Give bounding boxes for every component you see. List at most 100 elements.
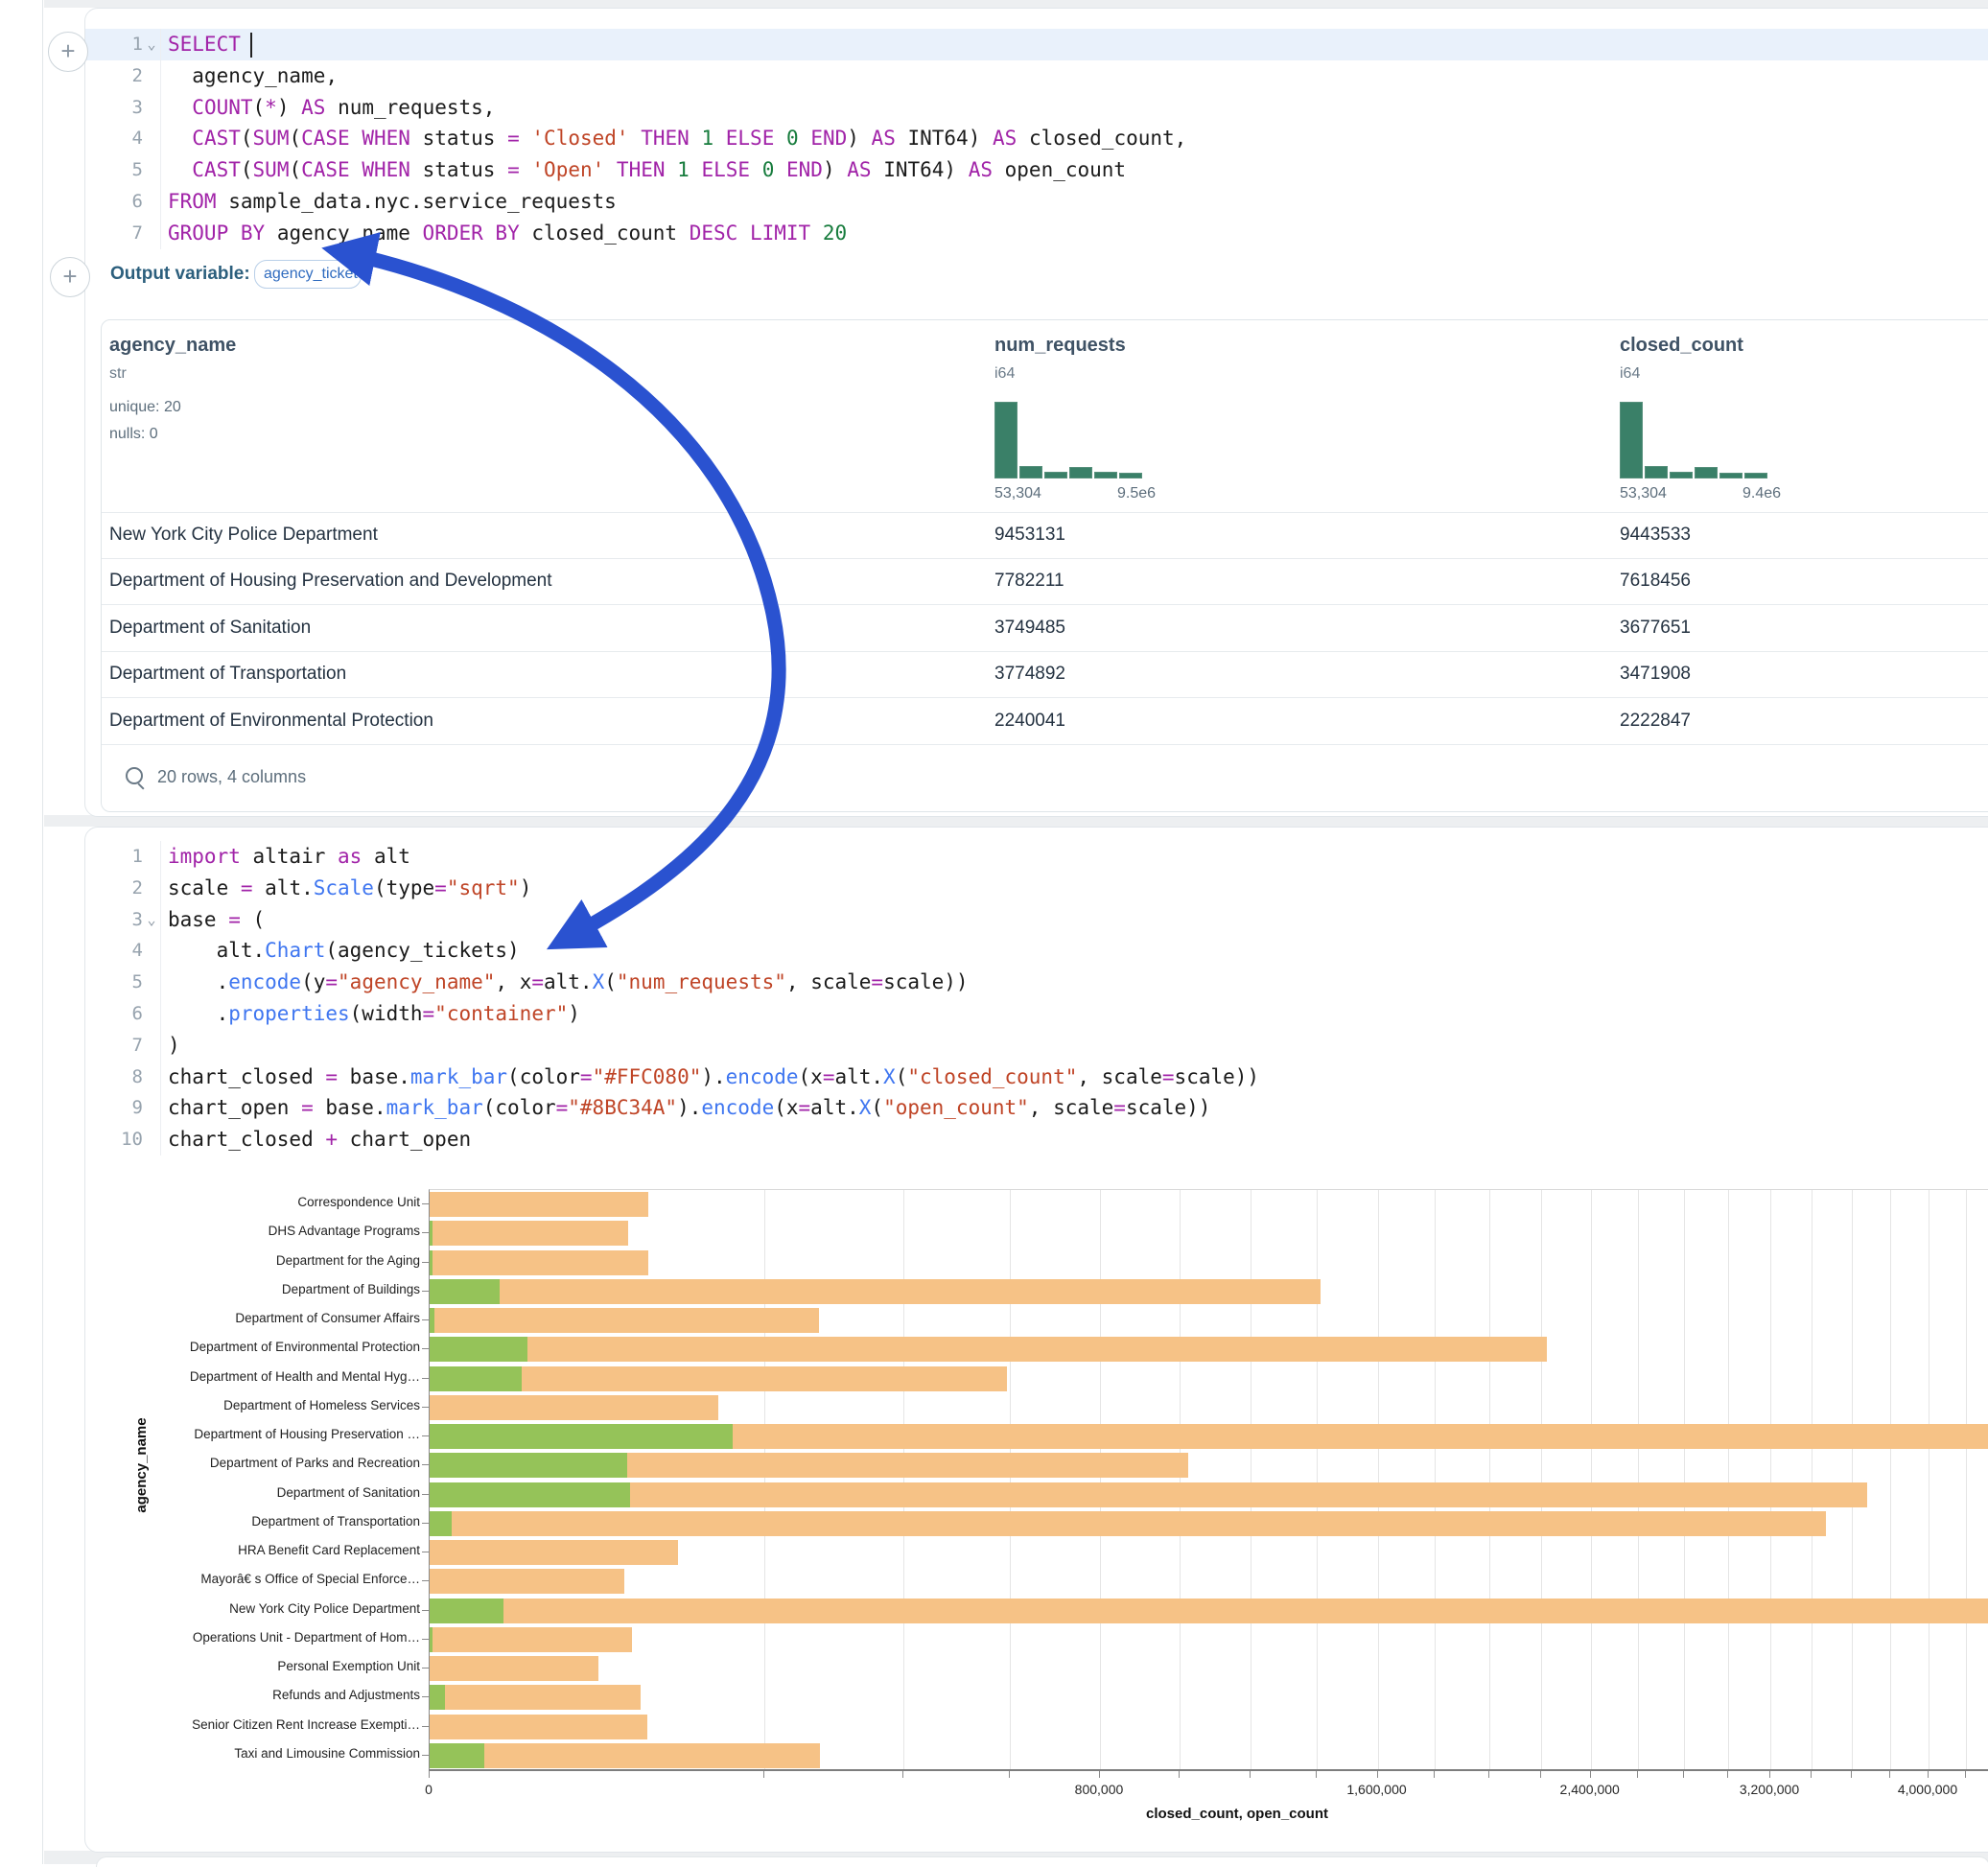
gridline — [1770, 1190, 1771, 1770]
line-number-gutter: 5 — [85, 154, 161, 186]
fold-chevron-icon[interactable]: ⌄ — [143, 29, 160, 60]
gridline — [1317, 1190, 1318, 1770]
y-axis-label: Correspondence Unit — [0, 1195, 420, 1209]
table-cell: Department of Environmental Protection — [109, 698, 433, 744]
code-text: chart_closed + chart_open — [161, 1124, 471, 1155]
gridline — [1010, 1190, 1011, 1770]
python-editor[interactable]: 1import altair as alt2scale = alt.Scale(… — [85, 841, 1988, 1155]
table-cell: 2222847 — [1620, 698, 1691, 744]
add-cell-button-middle[interactable]: + — [50, 257, 90, 297]
fold-spacer — [143, 935, 160, 967]
y-axis-label: Department of Consumer Affairs — [0, 1311, 420, 1325]
code-line[interactable]: 8chart_closed = base.mark_bar(color="#FF… — [85, 1062, 1988, 1093]
histogram-min-label: 53,304 — [1620, 485, 1667, 502]
table-cell: New York City Police Department — [109, 512, 378, 558]
code-text: CAST(SUM(CASE WHEN status = 'Closed' THE… — [161, 123, 1186, 154]
closed-count-bar — [430, 1192, 648, 1217]
code-line[interactable]: 10chart_closed + chart_open — [85, 1124, 1988, 1155]
table-row[interactable]: New York City Police Department945313194… — [102, 512, 1988, 558]
fold-spacer — [143, 873, 160, 904]
code-line[interactable]: 4 alt.Chart(agency_tickets) — [85, 935, 1988, 967]
sql-editor[interactable]: 1⌄SELECT 2 agency_name,3 COUNT(*) AS num… — [85, 29, 1988, 249]
x-axis-line — [429, 1769, 1988, 1771]
gridline — [1378, 1190, 1379, 1770]
x-axis-tick-label: 800,000 — [1022, 1782, 1176, 1797]
closed-count-bar — [430, 1337, 1547, 1362]
x-axis-tick-label: 3,200,000 — [1693, 1782, 1846, 1797]
x-axis-title: closed_count, open_count — [854, 1806, 1621, 1822]
x-axis-tick — [1851, 1771, 1852, 1778]
y-axis-label: Department for the Aging — [0, 1253, 420, 1268]
code-line[interactable]: 6 .properties(width="container") — [85, 998, 1988, 1030]
code-text: COUNT(*) AS num_requests, — [161, 92, 495, 124]
code-line[interactable]: 3⌄base = ( — [85, 904, 1988, 936]
y-axis-tick — [422, 1262, 429, 1263]
x-axis-tick — [1377, 1771, 1378, 1778]
y-axis-label: Mayorâ€ s Office of Special Enforce… — [0, 1572, 420, 1586]
x-axis-tick — [902, 1771, 903, 1778]
page-background-top — [44, 0, 1988, 8]
code-line[interactable]: 5 CAST(SUM(CASE WHEN status = 'Open' THE… — [85, 154, 1988, 186]
line-number-gutter: 7 — [85, 1030, 161, 1062]
fold-chevron-icon[interactable]: ⌄ — [143, 904, 160, 936]
table-row[interactable]: Department of Transportation377489234719… — [102, 651, 1988, 697]
column-histogram — [994, 402, 1148, 478]
table-cell: 3677651 — [1620, 605, 1691, 651]
x-axis-tick — [1811, 1771, 1812, 1778]
code-line[interactable]: 3 COUNT(*) AS num_requests, — [85, 92, 1988, 124]
add-cell-button-top[interactable]: + — [48, 32, 88, 72]
table-row[interactable]: Department of Sanitation37494853677651 — [102, 605, 1988, 651]
y-axis-label: Refunds and Adjustments — [0, 1688, 420, 1702]
code-line[interactable]: 9chart_open = base.mark_bar(color="#8BC3… — [85, 1092, 1988, 1124]
x-axis-tick-label: 0 — [352, 1782, 505, 1797]
y-axis-tick — [422, 1523, 429, 1524]
column-header[interactable]: num_requests — [994, 335, 1126, 357]
open-count-bar — [430, 1743, 484, 1768]
x-axis-tick — [1488, 1771, 1489, 1778]
x-axis-tick — [1099, 1771, 1100, 1778]
code-text: FROM sample_data.nyc.service_requests — [161, 186, 617, 218]
closed-count-bar — [430, 1685, 641, 1710]
x-axis-tick — [1316, 1771, 1317, 1778]
code-line[interactable]: 2 agency_name, — [85, 60, 1988, 92]
closed-count-bar — [430, 1599, 1988, 1623]
x-axis-tick — [429, 1771, 430, 1778]
line-number-gutter: 6 — [85, 998, 161, 1030]
code-text: scale = alt.Scale(type="sqrt") — [161, 873, 531, 904]
gridline — [764, 1190, 765, 1770]
table-row[interactable]: Department of Housing Preservation and D… — [102, 558, 1988, 604]
open-count-bar — [430, 1599, 503, 1623]
y-axis-label: Personal Exemption Unit — [0, 1659, 420, 1673]
code-text: SELECT — [161, 29, 253, 60]
code-line[interactable]: 6FROM sample_data.nyc.service_requests — [85, 186, 1988, 218]
code-line[interactable]: 4 CAST(SUM(CASE WHEN status = 'Closed' T… — [85, 123, 1988, 154]
code-line[interactable]: 7) — [85, 1030, 1988, 1062]
table-row[interactable]: Department of Environmental Protection 22… — [102, 698, 1988, 744]
closed-count-bar — [430, 1569, 624, 1594]
output-variable-chip[interactable]: agency_tickets — [254, 260, 362, 289]
y-axis-tick — [422, 1668, 429, 1669]
closed-count-bar — [430, 1715, 647, 1739]
open-count-bar — [430, 1366, 522, 1391]
fold-spacer — [143, 218, 160, 249]
table-cell: Department of Housing Preservation and D… — [109, 558, 552, 604]
y-axis-label: Taxi and Limousine Commission — [0, 1746, 420, 1761]
code-line[interactable]: 1⌄SELECT — [85, 29, 1988, 60]
open-count-bar — [430, 1453, 627, 1478]
code-line[interactable]: 5 .encode(y="agency_name", x=alt.X("num_… — [85, 967, 1988, 998]
y-axis-tick — [422, 1348, 429, 1349]
code-text: .properties(width="container") — [161, 998, 580, 1030]
column-header[interactable]: closed_count — [1620, 335, 1743, 357]
gridline — [903, 1190, 904, 1770]
code-line[interactable]: 1import altair as alt — [85, 841, 1988, 873]
x-axis-tick — [1009, 1771, 1010, 1778]
column-header[interactable]: agency_name — [109, 335, 236, 357]
code-line[interactable]: 2scale = alt.Scale(type="sqrt") — [85, 873, 1988, 904]
code-line[interactable]: 7GROUP BY agency_name ORDER BY closed_co… — [85, 218, 1988, 249]
table-cell: 3774892 — [994, 651, 1065, 697]
gridline — [1684, 1190, 1685, 1770]
code-text: .encode(y="agency_name", x=alt.X("num_re… — [161, 967, 969, 998]
x-axis-tick — [1769, 1771, 1770, 1778]
closed-count-bar — [430, 1395, 718, 1420]
search-icon[interactable] — [126, 767, 143, 784]
